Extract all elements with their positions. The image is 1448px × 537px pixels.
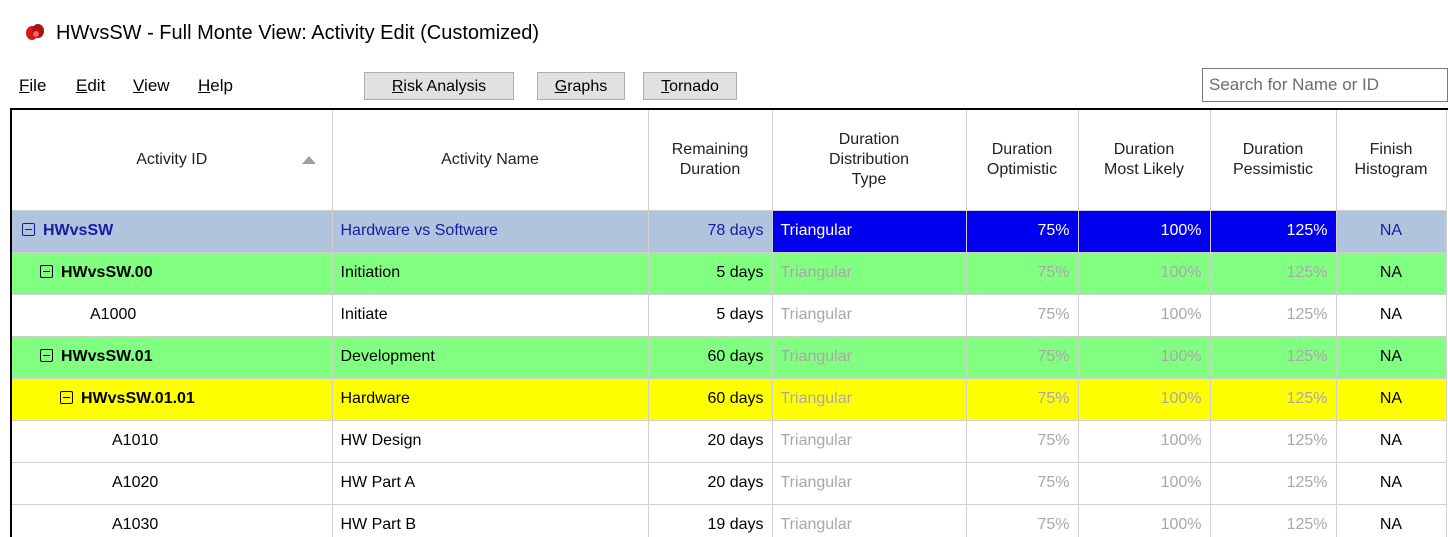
finish-histogram-cell[interactable]: NA: [1336, 252, 1447, 295]
table-row[interactable]: HWvsSW.00 Initiation 5 days Triangular 7…: [12, 252, 1447, 295]
finish-histogram-cell[interactable]: NA: [1336, 294, 1447, 337]
full-monte-app-icon: [26, 24, 44, 40]
activity-id-cell[interactable]: A1030: [12, 504, 333, 537]
grid-header: Activity ID Activity Name Remaining Durat…: [12, 110, 1447, 211]
col-activity-name[interactable]: Activity Name: [332, 110, 649, 211]
risk-analysis-button[interactable]: Risk Analysis: [364, 72, 514, 100]
pessimistic-cell[interactable]: 125%: [1210, 252, 1337, 295]
search-input[interactable]: Search for Name or ID: [1202, 68, 1448, 102]
optimistic-cell[interactable]: 75%: [966, 294, 1079, 337]
distribution-type-cell[interactable]: Triangular: [772, 420, 967, 463]
remaining-duration-cell[interactable]: 60 days: [648, 336, 773, 379]
remaining-duration-cell[interactable]: 5 days: [648, 252, 773, 295]
finish-histogram-cell[interactable]: NA: [1336, 420, 1447, 463]
distribution-type-cell[interactable]: Triangular: [772, 294, 967, 337]
most-likely-cell[interactable]: 100%: [1078, 210, 1211, 253]
pessimistic-cell[interactable]: 125%: [1210, 420, 1337, 463]
title-bar: HWvsSW - Full Monte View: Activity Edit …: [0, 0, 1448, 64]
menu-file[interactable]: File: [19, 74, 46, 98]
most-likely-cell[interactable]: 100%: [1078, 378, 1211, 421]
pessimistic-cell[interactable]: 125%: [1210, 378, 1337, 421]
table-row[interactable]: A1000 Initiate 5 days Triangular 75% 100…: [12, 294, 1447, 337]
activity-id-cell[interactable]: A1010: [12, 420, 333, 463]
most-likely-cell[interactable]: 100%: [1078, 420, 1211, 463]
col-duration-optimistic[interactable]: Duration Optimistic: [966, 110, 1079, 211]
distribution-type-cell[interactable]: Triangular: [772, 378, 967, 421]
collapse-icon[interactable]: [40, 265, 53, 278]
menu-help[interactable]: Help: [198, 74, 233, 98]
most-likely-cell[interactable]: 100%: [1078, 252, 1211, 295]
optimistic-cell[interactable]: 75%: [966, 504, 1079, 537]
collapse-icon[interactable]: [60, 391, 73, 404]
finish-histogram-cell[interactable]: NA: [1336, 378, 1447, 421]
col-remaining-duration[interactable]: Remaining Duration: [648, 110, 773, 211]
pessimistic-cell[interactable]: 125%: [1210, 504, 1337, 537]
menu-bar: File Edit View Help Risk Analysis Graphs…: [0, 68, 1448, 106]
optimistic-cell[interactable]: 75%: [966, 420, 1079, 463]
menu-edit[interactable]: Edit: [76, 74, 105, 98]
most-likely-cell[interactable]: 100%: [1078, 336, 1211, 379]
pessimistic-cell[interactable]: 125%: [1210, 210, 1337, 253]
optimistic-cell[interactable]: 75%: [966, 336, 1079, 379]
tornado-button[interactable]: Tornado: [643, 72, 737, 100]
finish-histogram-cell[interactable]: NA: [1336, 210, 1447, 253]
remaining-duration-cell[interactable]: 20 days: [648, 420, 773, 463]
activity-id-cell[interactable]: HWvsSW.00: [12, 252, 333, 295]
finish-histogram-cell[interactable]: NA: [1336, 336, 1447, 379]
table-row[interactable]: A1010 HW Design 20 days Triangular 75% 1…: [12, 420, 1447, 463]
optimistic-cell[interactable]: 75%: [966, 252, 1079, 295]
distribution-type-cell[interactable]: Triangular: [772, 336, 967, 379]
optimistic-cell[interactable]: 75%: [966, 378, 1079, 421]
activity-id-cell[interactable]: A1020: [12, 462, 333, 505]
optimistic-cell[interactable]: 75%: [966, 462, 1079, 505]
distribution-type-cell[interactable]: Triangular: [772, 252, 967, 295]
menu-view[interactable]: View: [133, 74, 170, 98]
collapse-icon[interactable]: [40, 349, 53, 362]
most-likely-cell[interactable]: 100%: [1078, 294, 1211, 337]
activity-name-cell[interactable]: Hardware vs Software: [332, 210, 649, 253]
table-row[interactable]: HWvsSW Hardware vs Software 78 days Tria…: [12, 210, 1447, 253]
window-title: HWvsSW - Full Monte View: Activity Edit …: [56, 22, 540, 44]
activity-id-cell[interactable]: HWvsSW.01.01: [12, 378, 333, 421]
table-row[interactable]: HWvsSW.01 Development 60 days Triangular…: [12, 336, 1447, 379]
finish-histogram-cell[interactable]: NA: [1336, 462, 1447, 505]
distribution-type-cell[interactable]: Triangular: [772, 504, 967, 537]
activity-name-cell[interactable]: Initiate: [332, 294, 649, 337]
activity-id-cell[interactable]: A1000: [12, 294, 333, 337]
activity-name-cell[interactable]: Initiation: [332, 252, 649, 295]
col-duration-most-likely[interactable]: Duration Most Likely: [1078, 110, 1211, 211]
remaining-duration-cell[interactable]: 19 days: [648, 504, 773, 537]
activity-name-cell[interactable]: Development: [332, 336, 649, 379]
remaining-duration-cell[interactable]: 5 days: [648, 294, 773, 337]
activity-name-cell[interactable]: HW Part B: [332, 504, 649, 537]
table-row[interactable]: HWvsSW.01.01 Hardware 60 days Triangular…: [12, 378, 1447, 421]
distribution-type-cell[interactable]: Triangular: [772, 210, 967, 253]
collapse-icon[interactable]: [22, 223, 35, 236]
pessimistic-cell[interactable]: 125%: [1210, 294, 1337, 337]
table-row[interactable]: A1030 HW Part B 19 days Triangular 75% 1…: [12, 504, 1447, 537]
activity-name-cell[interactable]: HW Part A: [332, 462, 649, 505]
distribution-type-cell[interactable]: Triangular: [772, 462, 967, 505]
activity-name-cell[interactable]: Hardware: [332, 378, 649, 421]
activity-id-cell[interactable]: HWvsSW.01: [12, 336, 333, 379]
col-activity-id[interactable]: Activity ID: [12, 110, 333, 211]
optimistic-cell[interactable]: 75%: [966, 210, 1079, 253]
remaining-duration-cell[interactable]: 60 days: [648, 378, 773, 421]
activity-grid: Activity ID Activity Name Remaining Durat…: [10, 108, 1448, 537]
activity-id-cell[interactable]: HWvsSW: [12, 210, 333, 253]
finish-histogram-cell[interactable]: NA: [1336, 504, 1447, 537]
col-distribution-type[interactable]: Duration Distribution Type: [772, 110, 967, 211]
pessimistic-cell[interactable]: 125%: [1210, 462, 1337, 505]
sort-ascending-icon: [301, 156, 316, 164]
pessimistic-cell[interactable]: 125%: [1210, 336, 1337, 379]
most-likely-cell[interactable]: 100%: [1078, 462, 1211, 505]
remaining-duration-cell[interactable]: 78 days: [648, 210, 773, 253]
graphs-button[interactable]: Graphs: [537, 72, 625, 100]
col-finish-histogram[interactable]: Finish Histogram: [1336, 110, 1447, 211]
table-row[interactable]: A1020 HW Part A 20 days Triangular 75% 1…: [12, 462, 1447, 505]
remaining-duration-cell[interactable]: 20 days: [648, 462, 773, 505]
col-duration-pessimistic[interactable]: Duration Pessimistic: [1210, 110, 1337, 211]
most-likely-cell[interactable]: 100%: [1078, 504, 1211, 537]
activity-name-cell[interactable]: HW Design: [332, 420, 649, 463]
